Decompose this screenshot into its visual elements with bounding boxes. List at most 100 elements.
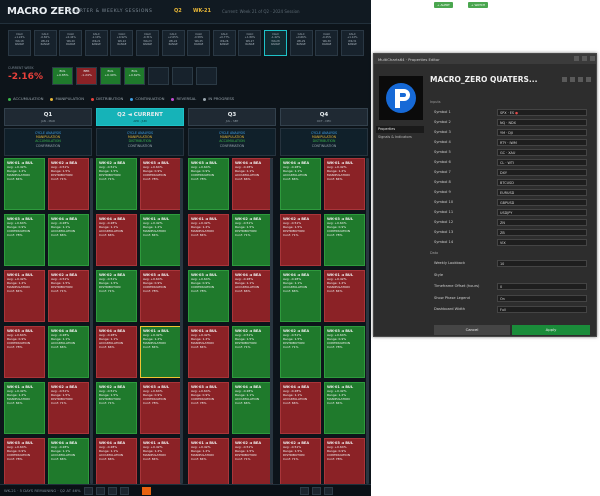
field-input[interactable]: 10 xyxy=(497,260,587,267)
week-card[interactable]: WK-03 ◄ BUL Avg: +0.64% Range: 0.9% CONTINU… xyxy=(140,382,181,434)
weekly-tile[interactable]: CALC +0.77% WK-26 RANGE xyxy=(212,30,236,56)
symbol-input[interactable]: DXY xyxy=(497,169,587,176)
week-card[interactable]: WK-04 ◄ BEA Avg: -0.28% Range: 1.1% ACCUMUL… xyxy=(48,326,89,378)
weekly-tile[interactable]: CALC -0.25% WK-30 RANGE xyxy=(315,30,339,56)
close-icon[interactable] xyxy=(590,56,595,61)
week-card[interactable]: WK-01 ◄ BUL Avg: +0.42% Range: 1.2% MANIPUL… xyxy=(4,158,45,210)
save-icon[interactable] xyxy=(570,77,575,82)
weekly-tile[interactable]: CALC +2.05% WK-24 RANGE xyxy=(161,30,185,56)
quarter-tab[interactable]: Q2 ◄ CURRENT APR - JUN xyxy=(96,108,184,126)
help-icon[interactable] xyxy=(586,77,591,82)
week-card[interactable]: WK-04 ◄ BEA Avg: -0.28% Range: 1.1% ACCUMUL… xyxy=(232,382,273,434)
symbol-input[interactable]: RTY · IWM xyxy=(497,139,587,146)
weekly-tile[interactable]: CALC +0.66% WK-29 RANGE xyxy=(289,30,313,56)
quarter-tab[interactable]: Q4 OCT - DEC xyxy=(280,108,368,126)
week-card[interactable]: WK-04 ◄ BEA Avg: -0.28% Range: 1.1% ACCUMUL… xyxy=(280,382,321,434)
refresh-button[interactable] xyxy=(312,487,321,495)
expand-button[interactable] xyxy=(324,487,333,495)
scrollbar[interactable] xyxy=(180,158,183,484)
zoom-out-button[interactable] xyxy=(108,487,117,495)
weekly-tile[interactable]: CALC -0.58% WK-25 RANGE xyxy=(187,30,211,56)
week-card[interactable]: WK-02 ◄ BEA Avg: -0.51% Range: 1.5% DISTRIB… xyxy=(96,158,137,210)
week-card[interactable]: WK-01 ◄ BUL Avg: +0.42% Range: 1.2% MANIPUL… xyxy=(140,438,181,490)
symbol-input[interactable]: GBPUSD xyxy=(497,199,587,206)
week-card[interactable]: WK-01 ◄ BUL Avg: +0.42% Range: 1.2% MANIPUL… xyxy=(324,382,365,434)
weekly-tile[interactable]: CALC -0.31% WK-23 RANGE xyxy=(136,30,159,56)
prev-button[interactable] xyxy=(84,487,93,495)
quarter-tab[interactable]: Q1 JAN - MAR xyxy=(4,108,92,126)
week-card[interactable]: WK-03 ◄ BUL Avg: +0.64% Range: 0.9% CONTINU… xyxy=(324,214,365,266)
load-icon[interactable] xyxy=(578,77,583,82)
week-card[interactable]: WK-03 ◄ BUL Avg: +0.64% Range: 0.9% CONTINU… xyxy=(324,438,365,490)
symbol-input[interactable]: VIX xyxy=(497,239,587,246)
minimize-icon[interactable] xyxy=(574,56,579,61)
week-card[interactable]: WK-01 ◄ BUL Avg: +0.42% Range: 1.2% MANIPUL… xyxy=(4,382,45,434)
weekly-tile[interactable]: CALC -1.42% WK-28 RANGE xyxy=(264,30,287,56)
week-card[interactable]: WK-03 ◄ BUL Avg: +0.64% Range: 0.9% CONTINU… xyxy=(188,382,229,434)
week-card[interactable]: WK-01 ◄ BUL Avg: +0.42% Range: 1.2% MANIPUL… xyxy=(4,270,45,322)
week-card[interactable]: WK-04 ◄ BEA Avg: -0.28% Range: 1.1% ACCUMUL… xyxy=(280,270,321,322)
week-card[interactable]: WK-02 ◄ BEA Avg: -0.51% Range: 1.5% DISTRIB… xyxy=(280,326,321,378)
symbol-input[interactable]: CL · WTI xyxy=(497,159,587,166)
week-card[interactable]: WK-04 ◄ BEA Avg: -0.28% Range: 1.1% ACCUMUL… xyxy=(48,438,89,490)
week-card[interactable]: WK-02 ◄ BEA Avg: -0.51% Range: 1.5% DISTRIB… xyxy=(48,158,89,210)
week-card[interactable]: WK-02 ◄ BEA Avg: -0.51% Range: 1.5% DISTRIB… xyxy=(232,326,273,378)
weekly-tile[interactable]: CALC +1.80% WK-27 RANGE xyxy=(238,30,262,56)
scrollbar[interactable] xyxy=(90,158,93,484)
week-card[interactable]: WK-01 ◄ BUL Avg: +0.42% Range: 1.2% MANIPUL… xyxy=(140,214,181,266)
weekly-tile[interactable]: CALC -0.82% WK-19 RANGE xyxy=(33,30,57,56)
week-card[interactable]: WK-03 ◄ BUL Avg: +0.64% Range: 0.9% CONTINU… xyxy=(324,326,365,378)
week-card[interactable]: WK-03 ◄ BUL Avg: +0.64% Range: 0.9% CONTINU… xyxy=(140,270,181,322)
apply-button[interactable]: Apply xyxy=(512,325,590,335)
nav-properties[interactable]: Properties xyxy=(376,126,424,133)
symbol-input[interactable]: EURUSD xyxy=(497,189,587,196)
week-card[interactable]: WK-03 ◄ BUL Avg: +0.64% Range: 0.9% CONTINU… xyxy=(188,270,229,322)
weekly-tile[interactable]: CALC +1.24% WK-18 RANGE xyxy=(8,30,31,56)
week-card[interactable]: WK-02 ◄ BEA Avg: -0.51% Range: 1.5% DISTRIB… xyxy=(232,438,273,490)
scrollbar[interactable] xyxy=(366,158,369,484)
week-card[interactable]: WK-02 ◄ BEA Avg: -0.51% Range: 1.5% DISTRIB… xyxy=(96,270,137,322)
week-card[interactable]: WK-04 ◄ BEA Avg: -0.28% Range: 1.1% ACCUMUL… xyxy=(96,438,137,490)
symbol-input[interactable]: ZB xyxy=(497,229,587,236)
week-card[interactable]: WK-01 ◄ BUL Avg: +0.42% Range: 1.2% MANIPUL… xyxy=(324,270,365,322)
week-card[interactable]: WK-03 ◄ BUL Avg: +0.64% Range: 0.9% CONTINU… xyxy=(4,438,45,490)
week-card[interactable]: WK-01 ◄ BUL Avg: +0.42% Range: 1.2% MANIPUL… xyxy=(324,158,365,210)
week-card[interactable]: WK-02 ◄ BEA Avg: -0.51% Range: 1.5% DISTRIB… xyxy=(232,214,273,266)
settings-button[interactable] xyxy=(300,487,309,495)
week-card[interactable]: WK-01 ◄ BUL Avg: +0.42% Range: 1.2% MANIPUL… xyxy=(140,326,181,378)
week-card[interactable]: WK-02 ◄ BEA Avg: -0.51% Range: 1.5% DISTRIB… xyxy=(280,214,321,266)
field-input[interactable]: 0 xyxy=(497,283,587,290)
symbol-input[interactable]: GC · XAU xyxy=(497,149,587,156)
cancel-button[interactable]: Cancel xyxy=(434,325,510,335)
weekly-tile[interactable]: CALC +1.12% WK-31 RANGE xyxy=(340,30,364,56)
week-card[interactable]: WK-01 ◄ BUL Avg: +0.42% Range: 1.2% MANIPUL… xyxy=(188,438,229,490)
watch-mini-button[interactable]: + WATCH xyxy=(468,2,489,8)
copy-icon[interactable] xyxy=(562,77,567,82)
week-card[interactable]: WK-01 ◄ BUL Avg: +0.42% Range: 1.2% MANIPUL… xyxy=(188,326,229,378)
record-button[interactable] xyxy=(142,487,151,495)
week-card[interactable]: WK-02 ◄ BEA Avg: -0.51% Range: 1.5% DISTRIB… xyxy=(96,382,137,434)
nav-signals[interactable]: Signals & Indicators xyxy=(376,134,424,141)
week-card[interactable]: WK-04 ◄ BEA Avg: -0.28% Range: 1.1% ACCUMUL… xyxy=(232,270,273,322)
symbol-input[interactable]: NQ · NDX xyxy=(497,119,587,126)
week-card[interactable]: WK-04 ◄ BEA Avg: -0.28% Range: 1.1% ACCUMUL… xyxy=(232,158,273,210)
week-card[interactable]: WK-03 ◄ BUL Avg: +0.64% Range: 0.9% CONTINU… xyxy=(140,158,181,210)
maximize-icon[interactable] xyxy=(582,56,587,61)
weekly-tile[interactable]: CALC +0.92% WK-22 RANGE xyxy=(110,30,134,56)
scrollbar[interactable] xyxy=(270,158,273,484)
week-card[interactable]: WK-04 ◄ BEA Avg: -0.28% Range: 1.1% ACCUMUL… xyxy=(96,326,137,378)
symbol-input[interactable]: ZN xyxy=(497,219,587,226)
zoom-in-button[interactable] xyxy=(120,487,129,495)
week-card[interactable]: WK-04 ◄ BEA Avg: -0.28% Range: 1.1% ACCUMUL… xyxy=(280,158,321,210)
week-card[interactable]: WK-03 ◄ BUL Avg: +0.64% Range: 0.9% CONTINU… xyxy=(4,214,45,266)
week-card[interactable]: WK-04 ◄ BEA Avg: -0.28% Range: 1.1% ACCUMUL… xyxy=(48,214,89,266)
symbol-input[interactable]: SPX · ES ● xyxy=(497,109,587,116)
field-input[interactable]: Full xyxy=(497,306,587,313)
field-input[interactable]: On xyxy=(497,294,587,302)
alert-mini-button[interactable]: + ALERT xyxy=(434,2,453,8)
quarter-tab[interactable]: Q3 JUL - SEP xyxy=(188,108,276,126)
next-button[interactable] xyxy=(96,487,105,495)
weekly-tile[interactable]: CALC -1.10% WK-21 RANGE xyxy=(84,30,108,56)
week-card[interactable]: WK-03 ◄ BUL Avg: +0.64% Range: 0.9% CONTINU… xyxy=(188,158,229,210)
week-card[interactable]: WK-02 ◄ BEA Avg: -0.51% Range: 1.5% DISTRIB… xyxy=(48,382,89,434)
